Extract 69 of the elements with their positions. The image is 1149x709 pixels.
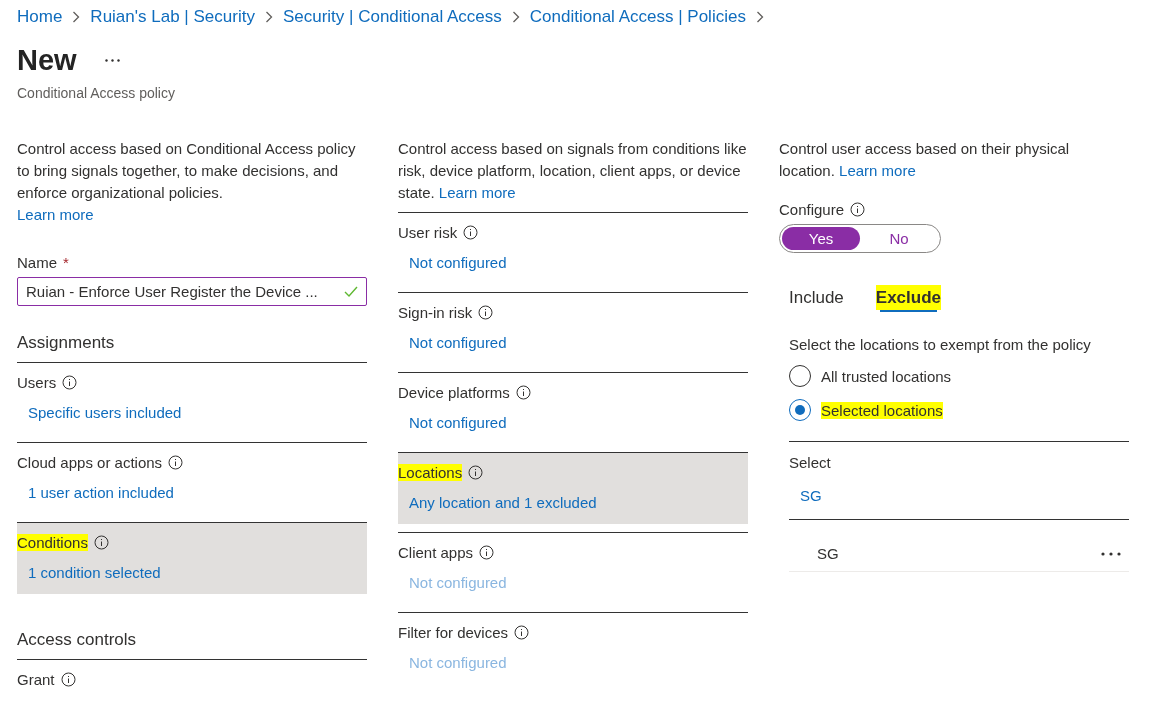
condition-row[interactable]: User risk Not configured [398, 213, 748, 284]
required-mark: * [63, 254, 69, 271]
info-icon[interactable] [93, 535, 109, 550]
page-subtitle: Conditional Access policy [17, 85, 176, 101]
select-link[interactable]: SG [789, 487, 1129, 504]
learn-more-link[interactable]: Learn more [438, 184, 516, 201]
info-icon[interactable] [468, 465, 484, 480]
radio-label: All trusted locations [821, 367, 952, 385]
condition-row[interactable]: Cloud apps or actions 1 user action included [17, 443, 367, 514]
row-value-link[interactable]: 1 condition selected [17, 564, 367, 581]
field-label: Name [17, 254, 57, 271]
row-label: User risk [398, 224, 458, 241]
row-label: Device platforms [398, 384, 510, 401]
tab[interactable]: Include [789, 285, 844, 310]
row-label: Conditions [17, 534, 88, 551]
learn-more-link[interactable]: Learn more [839, 162, 916, 179]
info-icon[interactable] [168, 455, 184, 470]
row-value-link[interactable]: 1 user action included [17, 484, 367, 501]
radio-label: Selected locations [821, 401, 943, 419]
row-label: Locations [398, 464, 463, 481]
row-value-link[interactable]: Not configured [398, 254, 748, 271]
name-field[interactable]: Ruian - Enforce User Register the Device ... [17, 277, 367, 306]
toggle-option[interactable]: No [860, 227, 938, 250]
info-icon[interactable] [515, 385, 531, 400]
more-icon[interactable] [104, 59, 120, 62]
description-text: Control user access based on their physical location. Learn more [779, 139, 1071, 181]
toggle-option[interactable]: Yes [782, 227, 860, 250]
prompt-text: Select the locations to exempt from the policy [789, 336, 1092, 353]
row-label: Client apps [398, 544, 474, 561]
breadcrumb-link[interactable]: Conditional Access | Policies [529, 7, 746, 27]
condition-row[interactable]: Grant [17, 660, 367, 701]
breadcrumb-link[interactable]: Security | Conditional Access [282, 7, 502, 27]
field-label: Select [789, 454, 832, 471]
info-icon[interactable] [62, 375, 78, 390]
section-heading: Assignments [17, 333, 367, 363]
list-item-text: SG [817, 545, 839, 562]
chevron-right-icon [264, 11, 273, 23]
row-label: Grant [17, 671, 55, 688]
description-text: Control access based on Conditional Access policy to bring signals together, to make decisions, and enforce organizational policies. Learn more [17, 139, 357, 225]
section-heading: Access controls [17, 630, 367, 660]
breadcrumb-link[interactable]: Home [17, 7, 63, 27]
info-icon[interactable] [60, 672, 76, 687]
field-label: Configure [779, 201, 845, 218]
breadcrumb-link[interactable]: Ruian's Lab | Security [90, 7, 255, 27]
condition-row[interactable]: Device platforms Not configured [398, 373, 748, 444]
checkmark-icon [344, 286, 358, 297]
info-icon[interactable] [463, 225, 479, 240]
row-value-link[interactable]: Specific users included [17, 404, 367, 421]
description-text: Control access based on signals from conditions like risk, device platform, location, client apps, or device state. Learn more [398, 138, 748, 213]
more-icon[interactable] [1101, 551, 1121, 556]
condition-row[interactable]: Sign-in risk Not configured [398, 293, 748, 364]
chevron-right-icon [755, 11, 764, 23]
condition-row[interactable]: Users Specific users included [17, 363, 367, 434]
row-label: Users [17, 374, 57, 391]
tab[interactable]: Exclude [875, 285, 942, 310]
learn-more-link[interactable]: Learn more [17, 206, 94, 223]
info-icon[interactable] [478, 305, 494, 320]
page-title: New [17, 44, 77, 77]
row-label: Sign-in risk [398, 304, 473, 321]
info-icon[interactable] [850, 202, 866, 217]
row-value-link[interactable]: Any location and 1 excluded [398, 494, 748, 511]
row-label: Cloud apps or actions [17, 454, 163, 471]
row-label: Filter for devices [398, 624, 509, 641]
condition-row[interactable]: Conditions 1 condition selected [17, 523, 367, 594]
row-value-link[interactable]: Not configured [398, 414, 748, 431]
chevron-right-icon [72, 11, 81, 23]
chevron-right-icon [511, 11, 520, 23]
row-value-link[interactable]: Not configured [398, 334, 748, 351]
condition-row[interactable]: Locations Any location and 1 excluded [398, 453, 748, 524]
